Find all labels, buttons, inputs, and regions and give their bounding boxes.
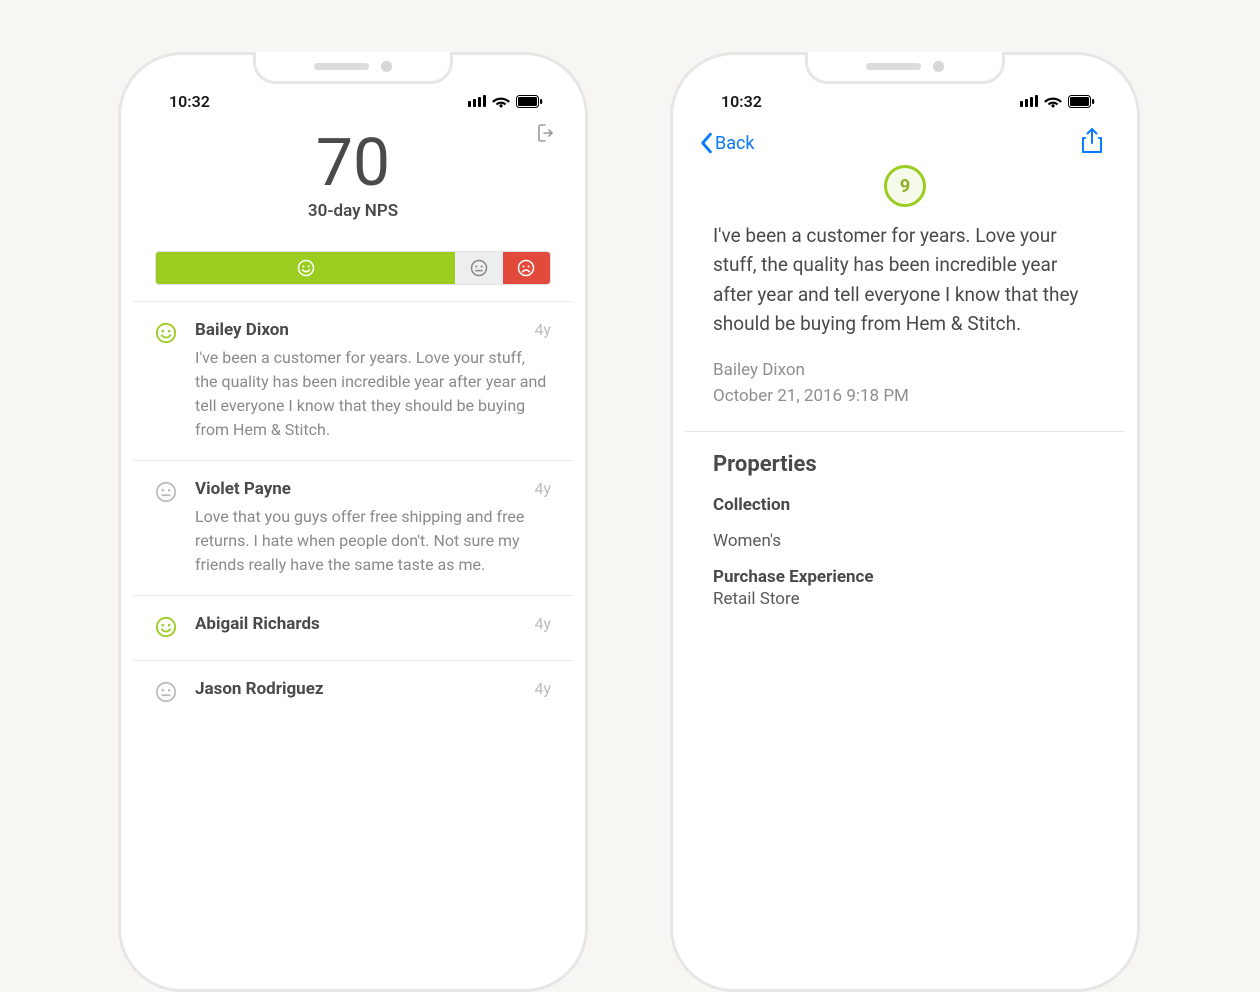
properties-section: Properties Collection Women's Purchase E… xyxy=(685,432,1125,645)
response-score-badge: 9 xyxy=(884,165,926,207)
back-button[interactable]: Back xyxy=(699,132,755,154)
response-score: 9 xyxy=(900,176,910,197)
response-feed: Bailey Dixon 4y I've been a customer for… xyxy=(133,301,573,725)
response-author: Bailey Dixon xyxy=(713,357,1097,383)
response-quote: I've been a customer for years. Love you… xyxy=(685,221,1125,339)
phone-nps-list: 10:32 70 30-day NPS xyxy=(118,52,588,992)
nps-bar-promoters xyxy=(156,252,455,284)
wifi-icon xyxy=(1044,95,1062,108)
property-key: Collection xyxy=(713,495,1097,515)
nps-score: 70 xyxy=(155,131,551,197)
response-timestamp: October 21, 2016 9:18 PM xyxy=(713,383,1097,409)
share-button[interactable] xyxy=(1081,128,1103,159)
response-age: 4y xyxy=(534,479,551,498)
status-icons xyxy=(468,95,543,108)
respondent-name: Bailey Dixon xyxy=(195,320,289,340)
response-age: 4y xyxy=(534,614,551,633)
respondent-name: Abigail Richards xyxy=(195,614,320,634)
promoter-face-icon xyxy=(155,322,177,344)
phone-response-detail: 10:32 Back xyxy=(670,52,1140,992)
phone-notch xyxy=(805,52,1005,84)
wifi-icon xyxy=(492,95,510,108)
response-text: I've been a customer for years. Love you… xyxy=(195,346,551,442)
status-icons xyxy=(1020,95,1095,108)
response-row[interactable]: Jason Rodriguez 4y xyxy=(133,660,573,725)
share-icon xyxy=(1081,128,1103,154)
nps-bar-passives xyxy=(455,252,502,284)
passive-face-icon xyxy=(155,681,177,703)
battery-icon xyxy=(1068,95,1095,108)
response-age: 4y xyxy=(534,679,551,698)
phone-notch xyxy=(253,52,453,84)
response-row[interactable]: Violet Payne 4y Love that you guys offer… xyxy=(133,460,573,595)
signal-icon xyxy=(468,95,486,107)
nps-bar-detractors xyxy=(503,252,550,284)
battery-icon xyxy=(516,95,543,108)
signal-icon xyxy=(1020,95,1038,107)
status-time: 10:32 xyxy=(169,92,210,111)
property-value: Women's xyxy=(713,531,1097,551)
nps-score-label: 30-day NPS xyxy=(155,201,551,221)
status-time: 10:32 xyxy=(721,92,762,111)
chevron-left-icon xyxy=(699,132,713,154)
respondent-name: Jason Rodriguez xyxy=(195,679,324,699)
nps-distribution-bar xyxy=(155,251,551,285)
properties-heading: Properties xyxy=(713,452,1097,477)
response-row[interactable]: Bailey Dixon 4y I've been a customer for… xyxy=(133,301,573,460)
property-value: Retail Store xyxy=(713,589,1097,609)
response-row[interactable]: Abigail Richards 4y xyxy=(133,595,573,660)
logout-button[interactable] xyxy=(537,123,555,147)
passive-face-icon xyxy=(155,481,177,503)
back-label: Back xyxy=(715,133,755,154)
promoter-face-icon xyxy=(155,616,177,638)
respondent-name: Violet Payne xyxy=(195,479,291,499)
property-key: Purchase Experience xyxy=(713,567,1097,587)
response-text: Love that you guys offer free shipping a… xyxy=(195,505,551,577)
response-age: 4y xyxy=(534,320,551,339)
